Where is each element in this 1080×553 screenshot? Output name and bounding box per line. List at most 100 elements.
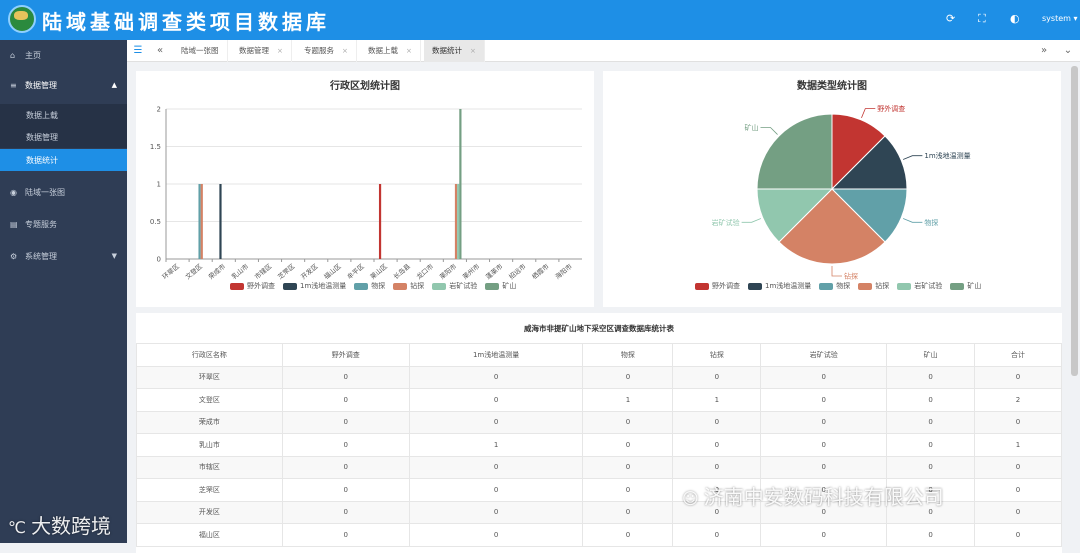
- legend-swatch: [283, 282, 297, 290]
- sidebar-item-data-management[interactable]: ≡ 数据管理 ▲: [0, 70, 127, 100]
- tab-label: 专题服务: [304, 46, 334, 55]
- table-cell: 0: [408, 410, 584, 434]
- fullscreen-icon[interactable]: ⛶: [978, 12, 986, 26]
- column-header[interactable]: 物探: [582, 343, 674, 367]
- table-title: 威海市非提矿山地下采空区调查数据库统计表: [524, 324, 674, 333]
- bar: [457, 184, 460, 259]
- tab-label: 数据上载: [368, 46, 398, 55]
- watermark-text: 大数跨境: [31, 514, 112, 538]
- sidebar-item-map[interactable]: ◉ 陆域一张图: [0, 177, 127, 207]
- scroll-right-icon[interactable]: »: [1033, 40, 1055, 62]
- column-header[interactable]: 合计: [974, 343, 1062, 367]
- statistics-table: 行政区名称 野外调查 1m浅地温测量 物探 钻探 岩矿试验 矿山 合计 环翠区 0 0 0 0 0 0 0 文…: [136, 343, 1062, 547]
- sidebar-subitem-statistics[interactable]: 数据统计: [0, 149, 127, 171]
- watermark-right: ☺ 济南中安数码科技有限公司: [682, 481, 944, 510]
- legend-swatch: [485, 282, 500, 290]
- table-row[interactable]: 文登区 0 0 1 1 0 0 2: [136, 388, 1062, 412]
- tab-statistics[interactable]: 数据统计 ×: [424, 40, 485, 62]
- table-cell: 0: [760, 365, 888, 389]
- pie-slice-label: 岩矿试验: [712, 218, 740, 227]
- close-icon[interactable]: ×: [470, 47, 476, 55]
- home-icon: ⌂: [10, 50, 16, 60]
- chevron-down-icon[interactable]: ⌄: [1057, 40, 1079, 62]
- close-icon[interactable]: ×: [342, 47, 348, 55]
- tab-label: 数据管理: [239, 46, 269, 55]
- table-cell: 1: [582, 388, 674, 412]
- legend-item[interactable]: 岩矿试验: [432, 281, 477, 291]
- sidebar: ⌂ 主页 ≡ 数据管理 ▲ 数据上载 数据管理 数据统计 ◉ 陆域一张图 ▤ 专题服务 ⚙…: [0, 40, 127, 543]
- legend-label: 岩矿试验: [914, 282, 943, 290]
- bar: [198, 184, 201, 259]
- legend-item[interactable]: 矿山: [485, 281, 516, 291]
- table-cell: 0: [886, 410, 976, 434]
- table-cell: 荣成市: [136, 410, 283, 434]
- sidebar-item-label: 陆域一张图: [25, 187, 65, 197]
- legend-item[interactable]: 野外调查: [230, 281, 275, 291]
- table-cell: 0: [886, 433, 976, 457]
- column-header[interactable]: 行政区名称: [136, 343, 283, 367]
- legend-item[interactable]: 野外调查: [695, 281, 740, 291]
- table-row[interactable]: 荣成市 0 0 0 0 0 0 0: [136, 410, 1062, 434]
- table-cell: 0: [672, 410, 762, 434]
- scrollbar[interactable]: [1071, 66, 1078, 376]
- tab-map[interactable]: 陆域一张图: [173, 40, 228, 62]
- table-cell: 0: [408, 388, 584, 412]
- table-row[interactable]: 市辖区 0 0 0 0 0 0 0: [136, 455, 1062, 479]
- sidebar-item-label: 数据管理: [26, 132, 58, 142]
- tab-service[interactable]: 专题服务 ×: [296, 40, 357, 62]
- tab-data-management[interactable]: 数据管理 ×: [231, 40, 292, 62]
- sidebar-item-service[interactable]: ▤ 专题服务: [0, 209, 127, 239]
- legend-item[interactable]: 岩矿试验: [897, 281, 942, 291]
- legend-item[interactable]: 矿山: [950, 281, 981, 291]
- column-header[interactable]: 钻探: [672, 343, 762, 367]
- close-icon[interactable]: ×: [406, 47, 412, 55]
- table-cell: 文登区: [136, 388, 283, 412]
- column-header[interactable]: 矿山: [886, 343, 976, 367]
- scroll-left-icon[interactable]: «: [149, 40, 171, 62]
- legend-item[interactable]: 物探: [819, 281, 850, 291]
- column-header[interactable]: 1m浅地温测量: [408, 343, 584, 367]
- legend-swatch: [230, 282, 244, 290]
- refresh-icon[interactable]: ⟳: [946, 12, 955, 25]
- legend-item[interactable]: 物探: [354, 281, 385, 291]
- bar: [454, 184, 458, 259]
- pie-label-line: [861, 108, 876, 119]
- tab-upload[interactable]: 数据上载 ×: [360, 40, 421, 62]
- x-tick-label: 文登区: [183, 261, 204, 281]
- bar-chart: 0 0.5 1 1.5 2 环翠区 文登区 荣成市 乳山市 市辖区 芝罘区 开发区 福山区 牟平区 莱山区长…: [150, 106, 582, 281]
- legend-item[interactable]: 钻探: [393, 281, 424, 291]
- legend-item[interactable]: 1m浅地温测量: [748, 281, 811, 291]
- pie-label-line: [760, 127, 778, 135]
- legend-item[interactable]: 钻探: [858, 281, 889, 291]
- table-cell: 0: [582, 478, 674, 502]
- table-cell: 环翠区: [136, 365, 283, 389]
- user-menu[interactable]: system ▾: [1042, 14, 1077, 23]
- menu-toggle-icon[interactable]: ☰: [127, 40, 149, 62]
- x-tick-label: 栖霞市: [530, 261, 551, 281]
- pie-slice-label: 1m浅地温测量: [924, 151, 970, 160]
- x-tick-label: 莱阳市: [437, 261, 458, 281]
- legend-item[interactable]: 1m浅地温测量: [283, 281, 346, 291]
- table-cell: 0: [281, 388, 410, 412]
- close-icon[interactable]: ×: [277, 47, 283, 55]
- sidebar-subitem-manage[interactable]: 数据管理: [0, 126, 127, 148]
- sidebar-item-label: 数据管理: [25, 80, 57, 90]
- x-tick-label: 环翠区: [161, 262, 181, 281]
- column-header[interactable]: 岩矿试验: [760, 343, 888, 367]
- sidebar-subitem-upload[interactable]: 数据上载: [0, 104, 127, 126]
- sidebar-item-home[interactable]: ⌂ 主页: [0, 40, 127, 70]
- tab-label: 陆域一张图: [181, 46, 219, 55]
- sidebar-item-label: 系统管理: [25, 251, 57, 261]
- table-row[interactable]: 乳山市 0 1 0 0 0 0 1: [136, 433, 1062, 457]
- table-cell: 0: [281, 455, 410, 479]
- table-cell: 2: [974, 388, 1062, 412]
- table-row[interactable]: 环翠区 0 0 0 0 0 0 0: [136, 365, 1062, 389]
- legend-swatch: [354, 282, 369, 290]
- sidebar-item-settings[interactable]: ⚙ 系统管理 ▼: [0, 241, 127, 271]
- sidebar-item-label: 主页: [25, 50, 41, 60]
- theme-icon[interactable]: ◐: [1010, 12, 1020, 25]
- y-tick-label: 1.5: [150, 143, 161, 151]
- column-header[interactable]: 野外调查: [281, 343, 410, 367]
- y-tick-label: 1: [157, 181, 161, 189]
- table-cell: 0: [760, 433, 888, 457]
